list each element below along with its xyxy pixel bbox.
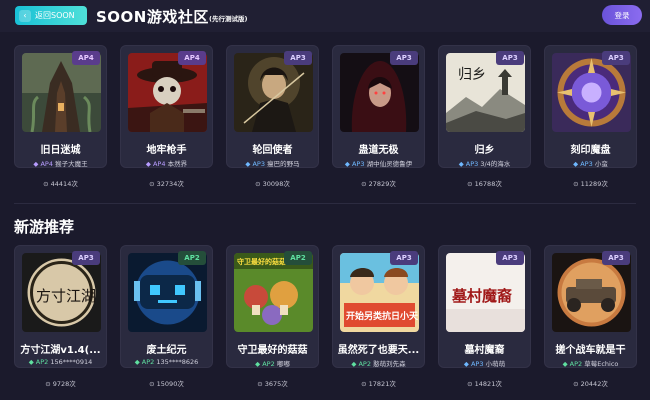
ap-level-badge: AP3 <box>496 251 524 265</box>
author-name: 瘦巴的野马 <box>267 160 300 168</box>
ap-icon-label: ◆ AP2 <box>28 358 49 366</box>
ap-level-badge: AP4 <box>178 51 206 65</box>
game-title: 旧日迷城 <box>40 145 81 156</box>
game-author: ◆ AP2 憨萌刘先森 <box>333 358 424 368</box>
section-divider <box>14 203 636 204</box>
ap-icon-label: ◆ AP3 <box>245 160 265 168</box>
ap-level-badge: AP4 <box>72 51 100 65</box>
cover-title-text: 守卫最好的菇菇 <box>237 257 286 266</box>
cover-title-text: 墓村魔裔 <box>451 287 512 305</box>
top-bar: ‹ 返回SOON SOON游戏社区 (先行测试版) 登录 <box>0 0 650 32</box>
back-label: 返回SOON <box>35 11 75 20</box>
game-author: ◆ AP2 156****0914 <box>15 358 106 366</box>
ap-level-badge: AP3 <box>390 51 418 65</box>
cover-title-text: 归乡 <box>458 66 486 83</box>
ap-level-badge: AP2 <box>284 251 312 265</box>
ap-icon-label: ◆ AP2 <box>351 360 371 368</box>
ap-level-badge: AP3 <box>602 51 630 65</box>
ap-level-badge: AP3 <box>496 51 524 65</box>
game-title: 守卫最好的菇菇 <box>237 345 308 356</box>
play-count: ⊙ 27829次 <box>361 180 396 188</box>
game-author: ◆ AP3 小萌萌 <box>439 358 530 368</box>
ap-icon-label: ◆ AP3 <box>463 360 484 368</box>
game-title: 蛊道无极 <box>358 145 399 156</box>
game-card[interactable]: AP3 轮回使者 ◆ AP3 瘦巴的野马 <box>226 45 319 168</box>
play-count: ⊙ 14821次 <box>467 380 502 388</box>
game-title: 刻印魔盘 <box>570 145 611 156</box>
ap-level-badge: AP2 <box>178 251 206 265</box>
game-card[interactable]: 归乡 AP3 归乡 ◆ AP3 3/4的海水 <box>438 45 531 168</box>
ap-level-badge: AP3 <box>602 251 630 265</box>
game-title: 方寸江湖v1.4(... <box>20 345 101 356</box>
ap-icon-label: ◆ AP2 <box>562 360 583 368</box>
author-name: 憨萌刘先森 <box>373 360 406 368</box>
game-author: ◆ AP4 猴子大魔王 <box>15 158 106 168</box>
new-games-heading: 新游推荐 <box>14 218 75 236</box>
cover-title-text: 方寸江湖 <box>36 287 96 305</box>
back-to-soon-button[interactable]: ‹ 返回SOON <box>15 6 87 25</box>
game-title: 轮回使者 <box>252 145 293 156</box>
ap-level-badge: AP3 <box>390 251 418 265</box>
game-card[interactable]: AP2 废土纪元 ◆ AP2 135****8626 <box>120 245 213 368</box>
game-card[interactable]: AP4 地牢枪手 ◆ AP4 本然界 <box>120 45 213 168</box>
play-count: ⊙ 3675次 <box>257 380 288 388</box>
game-author: ◆ AP3 小蛮 <box>545 158 636 168</box>
game-author: ◆ AP2 135****8626 <box>121 358 212 366</box>
game-title: 归乡 <box>474 145 495 156</box>
author-name: 嘟嘟 <box>276 360 290 368</box>
game-card[interactable]: AP4 旧日迷城 ◆ AP4 猴子大魔王 <box>14 45 107 168</box>
game-card[interactable]: AP3 蛊道无极 ◆ AP3 湖中仙灵德鲁伊 <box>332 45 425 168</box>
author-name: 湖中仙灵德鲁伊 <box>366 160 413 168</box>
ap-icon-label: ◆ AP4 <box>33 160 53 168</box>
play-count: ⊙ 30098次 <box>255 180 290 188</box>
ap-icon-label: ◆ AP2 <box>255 360 275 368</box>
play-count: ⊙ 17821次 <box>361 380 396 388</box>
ap-icon-label: ◆ AP3 <box>344 160 365 168</box>
ap-icon-label: ◆ AP3 <box>458 160 479 168</box>
game-title: 虽然死了也要天... <box>337 345 420 356</box>
ap-icon-label: ◆ AP4 <box>145 160 166 168</box>
page-title: SOON游戏社区 <box>96 8 209 26</box>
game-card[interactable]: 方寸江湖 AP3 方寸江湖v1.4(... ◆ AP2 156****0914 <box>14 245 107 368</box>
ap-icon-label: ◆ AP3 <box>573 160 593 168</box>
game-card[interactable]: 墓村魔裔 AP3 墓村魔裔 ◆ AP3 小萌萌 <box>438 245 531 368</box>
game-card[interactable]: 开始另类抗日小天 AP3 虽然死了也要天... ◆ AP2 憨萌刘先森 <box>332 245 425 368</box>
ap-icon-label: ◆ AP2 <box>134 358 155 366</box>
game-author: ◆ AP2 嘟嘟 <box>227 358 318 368</box>
cover-title-text: 开始另类抗日小天 <box>346 310 419 322</box>
author-name: 小萌萌 <box>485 360 506 368</box>
game-author: ◆ AP2 草莓Echico <box>545 358 636 368</box>
play-count: ⊙ 9728次 <box>45 380 76 388</box>
author-name: 3/4的海水 <box>480 160 511 168</box>
game-title: 墓村魔裔 <box>464 345 505 356</box>
game-author: ◆ AP4 本然界 <box>121 158 212 168</box>
game-title: 地牢枪手 <box>146 145 187 156</box>
author-name: 草莓Echico <box>584 360 619 368</box>
play-count: ⊙ 15090次 <box>149 380 184 388</box>
game-author: ◆ AP3 湖中仙灵德鲁伊 <box>333 158 424 168</box>
game-card[interactable]: 守卫最好的菇菇 AP2 守卫最好的菇菇 ◆ AP2 嘟嘟 <box>226 245 319 368</box>
game-card[interactable]: AP3 刻印魔盘 ◆ AP3 小蛮 <box>544 45 637 168</box>
login-button[interactable]: 登录 <box>602 5 642 25</box>
game-author: ◆ AP3 瘦巴的野马 <box>227 158 318 168</box>
play-count: ⊙ 16788次 <box>467 180 502 188</box>
game-title: 废土纪元 <box>146 345 187 356</box>
author-name: 135****8626 <box>156 358 199 366</box>
page-subtitle: (先行测试版) <box>209 15 248 23</box>
ap-level-badge: AP3 <box>72 251 100 265</box>
chevron-left-icon: ‹ <box>19 9 31 22</box>
ap-level-badge: AP3 <box>284 51 312 65</box>
play-count: ⊙ 44414次 <box>43 180 78 188</box>
play-count: ⊙ 11289次 <box>573 180 608 188</box>
game-card[interactable]: AP3 搓个战车就是干 ◆ AP2 草莓Echico <box>544 245 637 368</box>
game-author: ◆ AP3 3/4的海水 <box>439 158 530 168</box>
play-count: ⊙ 32734次 <box>149 180 184 188</box>
play-count: ⊙ 20442次 <box>573 380 608 388</box>
author-name: 156****0914 <box>50 358 93 366</box>
author-name: 猴子大魔王 <box>55 160 88 168</box>
author-name: 小蛮 <box>594 160 608 168</box>
author-name: 本然界 <box>167 160 188 168</box>
game-title: 搓个战车就是干 <box>555 345 626 356</box>
